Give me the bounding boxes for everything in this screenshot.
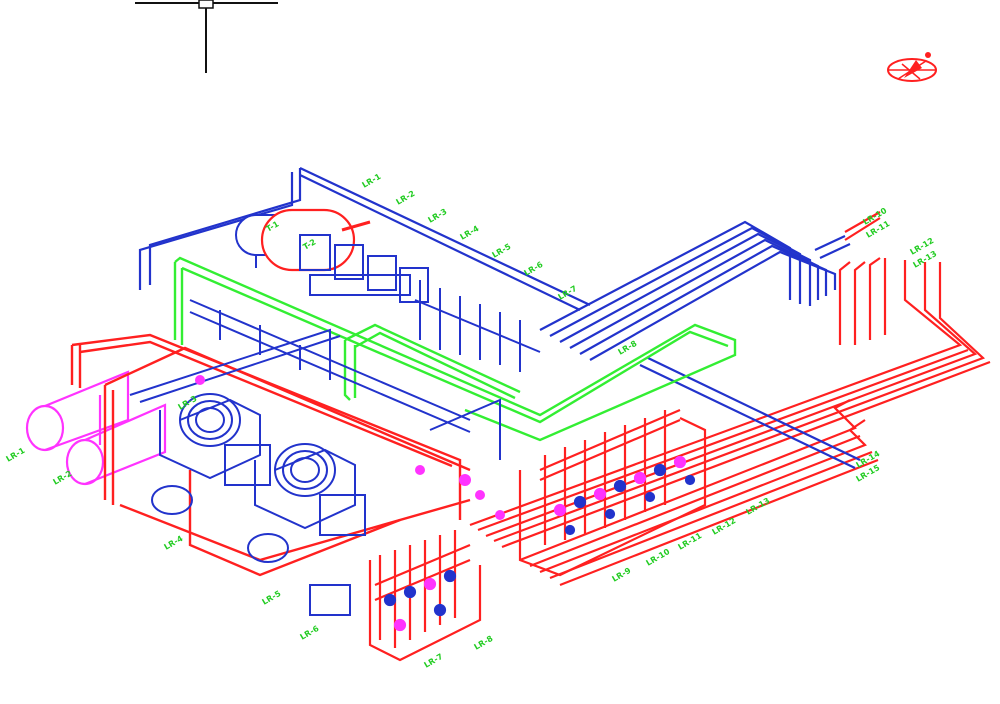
label-top-4: LR-4: [459, 224, 481, 242]
label-bottom-7: LR-12: [711, 516, 738, 537]
label-bottom-2: LR-7: [423, 652, 445, 670]
label-top-6: LR-6: [523, 260, 545, 278]
diagram-canvas: LR-1 LR-2 LR-3 LR-4 LR-5 LR-6 LR-7 LR-8 …: [0, 0, 1000, 700]
label-top-5: LR-5: [491, 242, 513, 260]
valve-fittings: [195, 375, 505, 520]
compressor-1: [151, 393, 271, 515]
label-top-3: LR-3: [427, 207, 449, 225]
label-left-2: LR-2: [52, 469, 74, 487]
piping-isometric-diagram: LR-1 LR-2 LR-3 LR-4 LR-5 LR-6 LR-7 LR-8 …: [5, 0, 991, 670]
label-pump-1: LR-5: [261, 589, 283, 607]
label-chiller-1: LR-3: [177, 394, 199, 412]
compressor-2: [247, 443, 366, 616]
label-bottom-3: LR-8: [473, 634, 495, 652]
label-top-8: LR-8: [617, 339, 639, 357]
label-left-1: LR-1: [5, 446, 27, 464]
distribution-manifold-right: [518, 408, 707, 577]
chiller-shell-magenta: [25, 370, 167, 486]
pipe-symbol-icon: [135, 0, 278, 73]
label-top-2: LR-2: [395, 189, 417, 207]
label-top-1: LR-1: [361, 172, 383, 190]
distribution-manifold-left: [368, 530, 482, 662]
storage-tank-red: [260, 208, 371, 272]
label-bottom-1: LR-6: [299, 624, 321, 642]
label-bottom-4: LR-9: [611, 566, 633, 584]
north-arrow-icon: [887, 52, 937, 82]
label-chiller-2: LR-4: [163, 534, 185, 552]
